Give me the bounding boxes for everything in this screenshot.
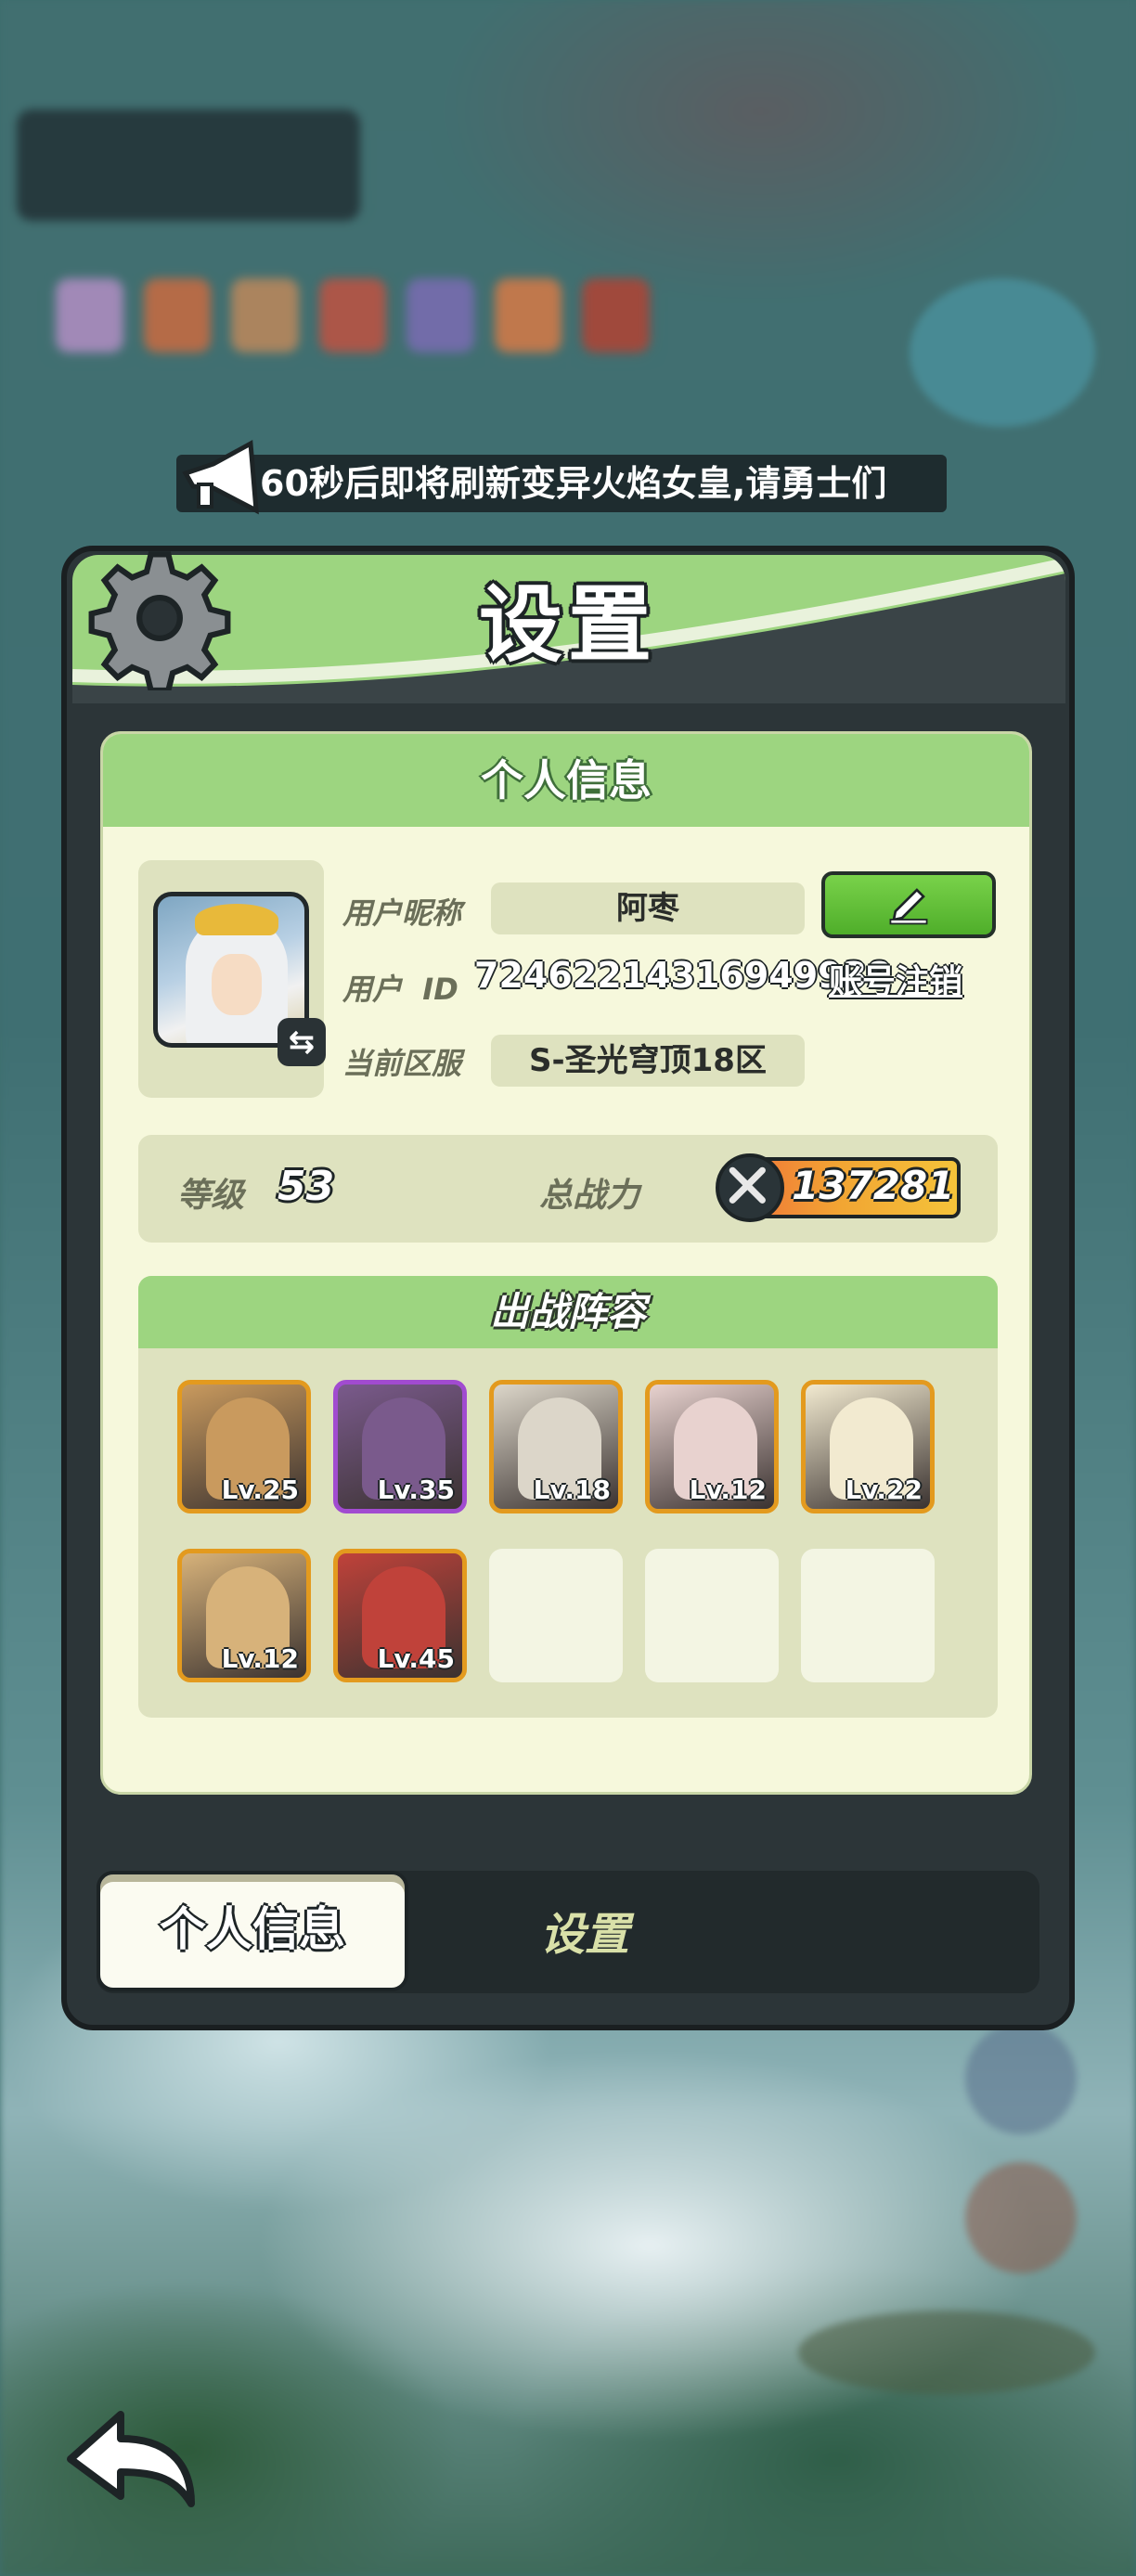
- tab-personal-info[interactable]: 个人信息: [97, 1871, 408, 1991]
- pen-icon: [889, 888, 928, 925]
- hero-slot[interactable]: Lv.12: [645, 1380, 779, 1513]
- hero-level: Lv.35: [377, 1475, 455, 1505]
- megaphone-icon: [182, 439, 259, 515]
- server-field: S-圣光穹顶18区: [491, 1035, 805, 1087]
- hero-slot[interactable]: Lv.25: [177, 1380, 311, 1513]
- back-arrow-icon[interactable]: [61, 2403, 200, 2515]
- swap-icon[interactable]: ⇆: [278, 1018, 326, 1066]
- level-label: 等级: [177, 1177, 245, 1215]
- cancel-account-link[interactable]: 账号注销: [829, 955, 962, 1003]
- lineup-section: 出战阵容 Lv.25 Lv.35 Lv.18 Lv.12 Lv.22 Lv.12 Lv.45: [138, 1276, 998, 1718]
- avatar-container[interactable]: ⇆: [138, 860, 326, 1098]
- server-label: 当前区服: [342, 1046, 462, 1081]
- empty-hero-slot[interactable]: [645, 1549, 779, 1682]
- profile-card: 个人信息 ⇆ 用户昵称 阿枣 用户 ID 72462214316949938 账…: [100, 731, 1032, 1795]
- level-value: 53: [278, 1163, 335, 1210]
- announcement-banner: 60秒后即将刷新变异火焰女皇,请勇士们: [176, 455, 947, 512]
- empty-hero-slot[interactable]: [489, 1549, 623, 1682]
- hero-level: Lv.18: [533, 1475, 611, 1505]
- lineup-title: 出战阵容: [138, 1276, 998, 1348]
- empty-hero-slot[interactable]: [801, 1549, 935, 1682]
- nickname-field: 阿枣: [491, 882, 805, 934]
- nickname-label: 用户昵称: [342, 895, 462, 931]
- hero-level: Lv.22: [845, 1475, 923, 1505]
- player-status-bar: [17, 109, 360, 221]
- crossed-swords-icon: [716, 1153, 784, 1222]
- power-label: 总战力: [539, 1177, 640, 1215]
- hero-level: Lv.12: [689, 1475, 767, 1505]
- announcement-text: 60秒后即将刷新变异火焰女皇,请勇士们: [260, 463, 887, 504]
- edit-nickname-button[interactable]: [821, 871, 996, 938]
- profile-section-title: 个人信息: [103, 734, 1029, 827]
- hero-slot[interactable]: Lv.45: [333, 1549, 467, 1682]
- page-title: 设置: [479, 576, 657, 674]
- stats-row: 等级 53 总战力 137281: [138, 1135, 998, 1243]
- hero-slot[interactable]: Lv.18: [489, 1380, 623, 1513]
- hero-slot[interactable]: Lv.35: [333, 1380, 467, 1513]
- hero-level: Lv.12: [221, 1643, 299, 1674]
- hero-slot[interactable]: Lv.12: [177, 1549, 311, 1682]
- uid-label: 用户 ID: [342, 972, 458, 1007]
- hero-level: Lv.25: [221, 1475, 299, 1505]
- tab-settings[interactable]: 设置: [492, 1893, 678, 1977]
- activity-icons-row: [56, 278, 651, 362]
- hero-level: Lv.45: [377, 1643, 455, 1674]
- power-value: 137281: [792, 1163, 955, 1208]
- hero-slot[interactable]: Lv.22: [801, 1380, 935, 1513]
